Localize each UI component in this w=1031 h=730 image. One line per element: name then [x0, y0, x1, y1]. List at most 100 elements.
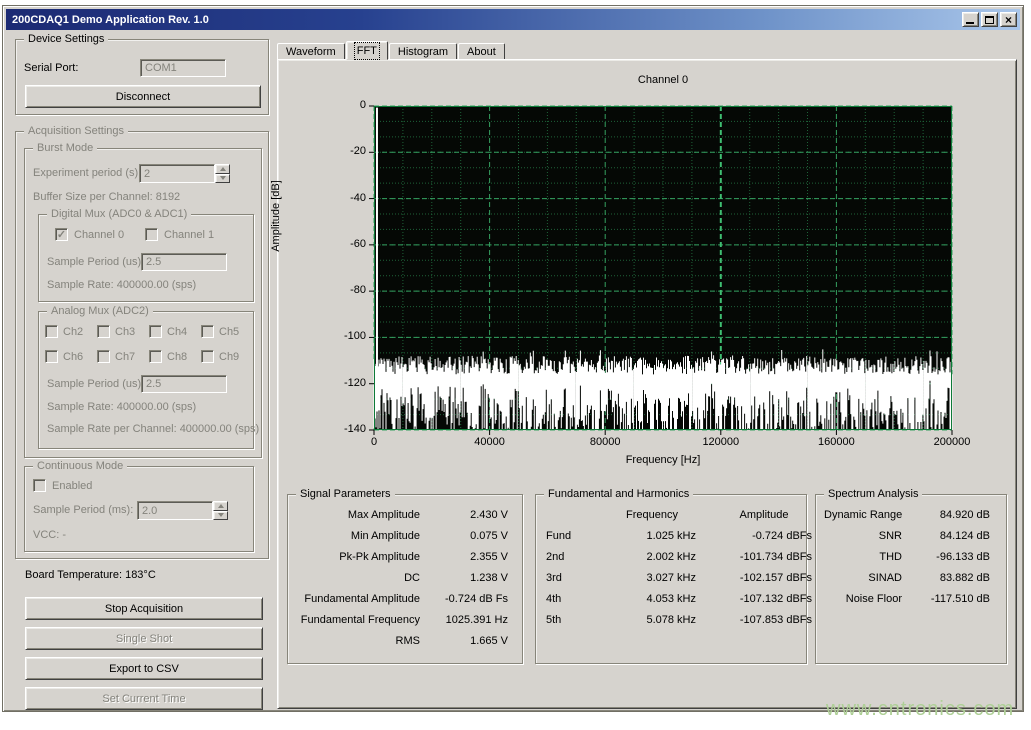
- parameter-value: 1.665 V: [420, 635, 508, 647]
- ch7-checkbox[interactable]: [97, 350, 110, 363]
- chart-title: Channel 0: [374, 74, 952, 86]
- ch4-checkbox[interactable]: [149, 325, 162, 338]
- fft-plot: [374, 106, 952, 430]
- x-tick-label: 0: [371, 436, 377, 448]
- board-temperature-text: Board Temperature: 183°C: [25, 569, 156, 581]
- tab-bar: WaveformFFT Histogram About: [277, 41, 506, 60]
- parameter-value: -117.510 dB: [902, 593, 990, 605]
- disconnect-button[interactable]: Disconnect: [25, 85, 261, 108]
- harmonics-corner: [546, 509, 598, 521]
- stop-acquisition-button[interactable]: Stop Acquisition: [25, 597, 263, 620]
- parameter-value: -0.724 dB Fs: [420, 593, 508, 605]
- parameter-row: Noise Floor-117.510 dB: [816, 593, 1004, 614]
- fft-spectrum-chart: [374, 106, 952, 430]
- buffer-size-text: Buffer Size per Channel: 8192: [33, 191, 180, 203]
- ch5-checkbox[interactable]: [201, 325, 214, 338]
- x-tick-label: 40000: [474, 436, 505, 448]
- analog-sample-rate-text: Sample Rate: 400000.00 (sps): [47, 401, 196, 413]
- signal-parameters-group: Signal Parameters Max Amplitude2.430 VMi…: [287, 494, 523, 664]
- checkbox-label: Ch2: [63, 326, 83, 338]
- minimize-button[interactable]: [962, 12, 979, 27]
- enabled-checkbox[interactable]: [33, 479, 46, 492]
- digital-sample-period-input[interactable]: [141, 253, 227, 271]
- harmonic-frequency: 4.053 kHz: [598, 593, 706, 605]
- parameter-row: Fundamental Frequency1025.391 Hz: [288, 614, 522, 635]
- parameter-value: 84.124 dB: [902, 530, 990, 542]
- analog-sample-period-input[interactable]: [141, 375, 227, 393]
- harmonic-frequency: 3.027 kHz: [598, 572, 706, 584]
- parameter-row: DC1.238 V: [288, 572, 522, 593]
- experiment-period-input[interactable]: [139, 164, 215, 183]
- checkbox-row-ch4: Ch4: [149, 325, 187, 338]
- spectrum-analysis-title: Spectrum Analysis: [824, 488, 922, 500]
- parameter-label: THD: [824, 551, 902, 563]
- analog-sample-period-label: Sample Period (us):: [47, 378, 144, 390]
- device-settings-title: Device Settings: [24, 33, 108, 45]
- experiment-period-spinner[interactable]: [215, 164, 230, 183]
- continuous-sample-period-input[interactable]: [137, 501, 213, 520]
- tab-fft[interactable]: FFT: [346, 41, 388, 60]
- tab-histogram[interactable]: Histogram: [389, 43, 457, 60]
- continuous-sample-period-label: Sample Period (ms):: [33, 504, 133, 516]
- parameter-value: 2.355 V: [420, 551, 508, 563]
- spin-up-icon[interactable]: [215, 164, 230, 174]
- harmonic-amplitude: -107.853 dBFs: [706, 614, 822, 626]
- parameter-label: Dynamic Range: [824, 509, 902, 521]
- parameter-row: Max Amplitude2.430 V: [288, 509, 522, 530]
- y-tick-label: -20: [316, 145, 366, 157]
- x-tick-label: 80000: [590, 436, 621, 448]
- ch2-checkbox[interactable]: [45, 325, 58, 338]
- digital-mux-title: Digital Mux (ADC0 & ADC1): [47, 208, 191, 220]
- analog-mux-group: Analog Mux (ADC2) Ch2Ch3Ch4Ch5Ch6Ch7Ch8C…: [38, 311, 254, 449]
- spin-up-icon[interactable]: [213, 501, 228, 511]
- set-current-time-button[interactable]: Set Current Time: [25, 687, 263, 710]
- checkbox-row-ch7: Ch7: [97, 350, 135, 363]
- tab-waveform[interactable]: Waveform: [277, 43, 345, 60]
- parameter-label: DC: [296, 572, 420, 584]
- parameter-row: Dynamic Range84.920 dB: [816, 509, 1004, 530]
- checkbox-row-channel-1: Channel 1: [145, 228, 214, 241]
- maximize-button[interactable]: [981, 12, 998, 27]
- amplitude-column-header: Amplitude: [706, 509, 822, 521]
- parameter-label: SINAD: [824, 572, 902, 584]
- ch6-checkbox[interactable]: [45, 350, 58, 363]
- y-axis-title: Amplitude [dB]: [270, 156, 282, 276]
- harmonic-name: 2nd: [546, 551, 598, 563]
- window-title: 200CDAQ1 Demo Application Rev. 1.0: [9, 14, 960, 26]
- continuous-sample-period-spinner[interactable]: [213, 501, 228, 520]
- parameter-label: Fundamental Frequency: [296, 614, 420, 626]
- continuous-enabled-row: Enabled: [33, 479, 92, 492]
- ch8-checkbox[interactable]: [149, 350, 162, 363]
- continuous-mode-title: Continuous Mode: [33, 460, 127, 472]
- checkbox-label: Ch3: [115, 326, 135, 338]
- x-tick-label: 200000: [934, 436, 971, 448]
- ch9-checkbox[interactable]: [201, 350, 214, 363]
- export-to-csv-button[interactable]: Export to CSV: [25, 657, 263, 680]
- button-label: Export to CSV: [109, 663, 179, 675]
- spin-down-icon[interactable]: [215, 174, 230, 184]
- checkbox-row-channel-0: ✓ Channel 0: [55, 228, 124, 241]
- signal-parameters-title: Signal Parameters: [296, 488, 395, 500]
- channel-0-checkbox[interactable]: ✓: [55, 228, 68, 241]
- enabled-label: Enabled: [52, 480, 92, 492]
- tab-label: Histogram: [398, 46, 448, 58]
- spectrum-analysis-group: Spectrum Analysis Dynamic Range84.920 dB…: [815, 494, 1007, 664]
- parameter-row: SINAD83.882 dB: [816, 572, 1004, 593]
- checkbox-row-ch5: Ch5: [201, 325, 239, 338]
- harmonic-amplitude: -102.157 dBFs: [706, 572, 822, 584]
- spin-down-icon[interactable]: [213, 511, 228, 521]
- y-tick-label: -60: [316, 238, 366, 250]
- harmonic-name: 3rd: [546, 572, 598, 584]
- checkbox-label: Channel 0: [74, 229, 124, 241]
- channel-1-checkbox[interactable]: [145, 228, 158, 241]
- checkbox-row-ch2: Ch2: [45, 325, 83, 338]
- close-button[interactable]: ×: [1000, 12, 1017, 27]
- checkbox-row-ch6: Ch6: [45, 350, 83, 363]
- x-tick-label: 160000: [818, 436, 855, 448]
- ch3-checkbox[interactable]: [97, 325, 110, 338]
- harmonic-amplitude: -0.724 dBFs: [706, 530, 822, 542]
- serial-port-input[interactable]: [140, 59, 226, 77]
- tab-about[interactable]: About: [458, 43, 505, 60]
- parameter-row: SNR84.124 dB: [816, 530, 1004, 551]
- single-shot-button[interactable]: Single Shot: [25, 627, 263, 650]
